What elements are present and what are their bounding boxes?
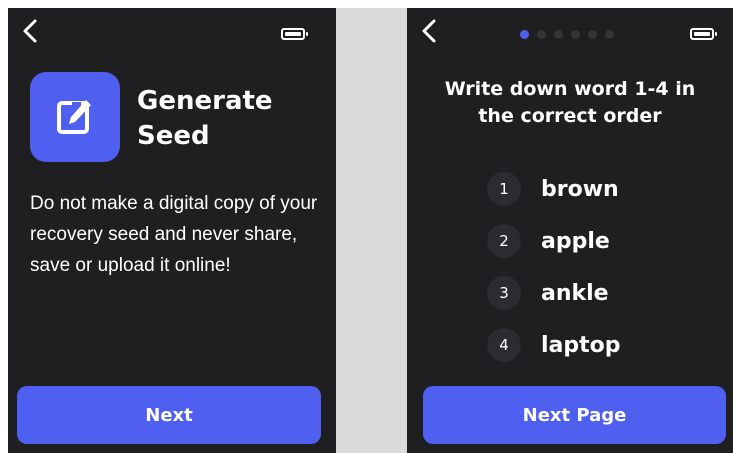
list-item: 3 ankle — [487, 267, 707, 319]
back-button[interactable] — [421, 18, 443, 48]
word-number-badge: 1 — [487, 172, 521, 206]
chevron-left-icon — [422, 19, 436, 43]
pencil-edit-icon — [57, 100, 91, 134]
screen-divider — [336, 8, 407, 453]
page-dot — [537, 30, 546, 39]
seed-word: brown — [541, 176, 619, 202]
list-item: 2 apple — [487, 215, 707, 267]
list-item: 1 brown — [487, 163, 707, 215]
battery-icon — [690, 28, 717, 40]
warning-text: Do not make a digital copy of your recov… — [30, 193, 318, 276]
next-page-button[interactable]: Next Page — [423, 386, 726, 444]
page-dot — [588, 30, 597, 39]
generate-seed-screen: Generate Seed Do not make a digital copy… — [8, 8, 336, 453]
back-button[interactable] — [22, 18, 44, 48]
page-title: Generate Seed — [137, 86, 273, 151]
seed-words-screen: Write down word 1-4 in the correct order… — [407, 8, 733, 453]
page-dot — [605, 30, 614, 39]
instruction-title: Write down word 1-4 in the correct order — [444, 78, 696, 127]
page-dot — [554, 30, 563, 39]
battery-icon — [281, 28, 308, 40]
seed-word: ankle — [541, 280, 609, 306]
seed-word-list: 1 brown 2 apple 3 ankle 4 laptop — [487, 163, 707, 371]
seed-word: laptop — [541, 332, 621, 358]
word-number-badge: 4 — [487, 328, 521, 362]
generate-seed-app-icon — [30, 72, 120, 162]
next-button[interactable]: Next — [17, 386, 321, 444]
list-item: 4 laptop — [487, 319, 707, 371]
word-number-badge: 3 — [487, 276, 521, 310]
page-dot-active — [520, 30, 529, 39]
page-dot — [571, 30, 580, 39]
chevron-left-icon — [23, 19, 37, 43]
seed-word: apple — [541, 228, 610, 254]
page-indicator — [520, 30, 614, 39]
word-number-badge: 2 — [487, 224, 521, 258]
